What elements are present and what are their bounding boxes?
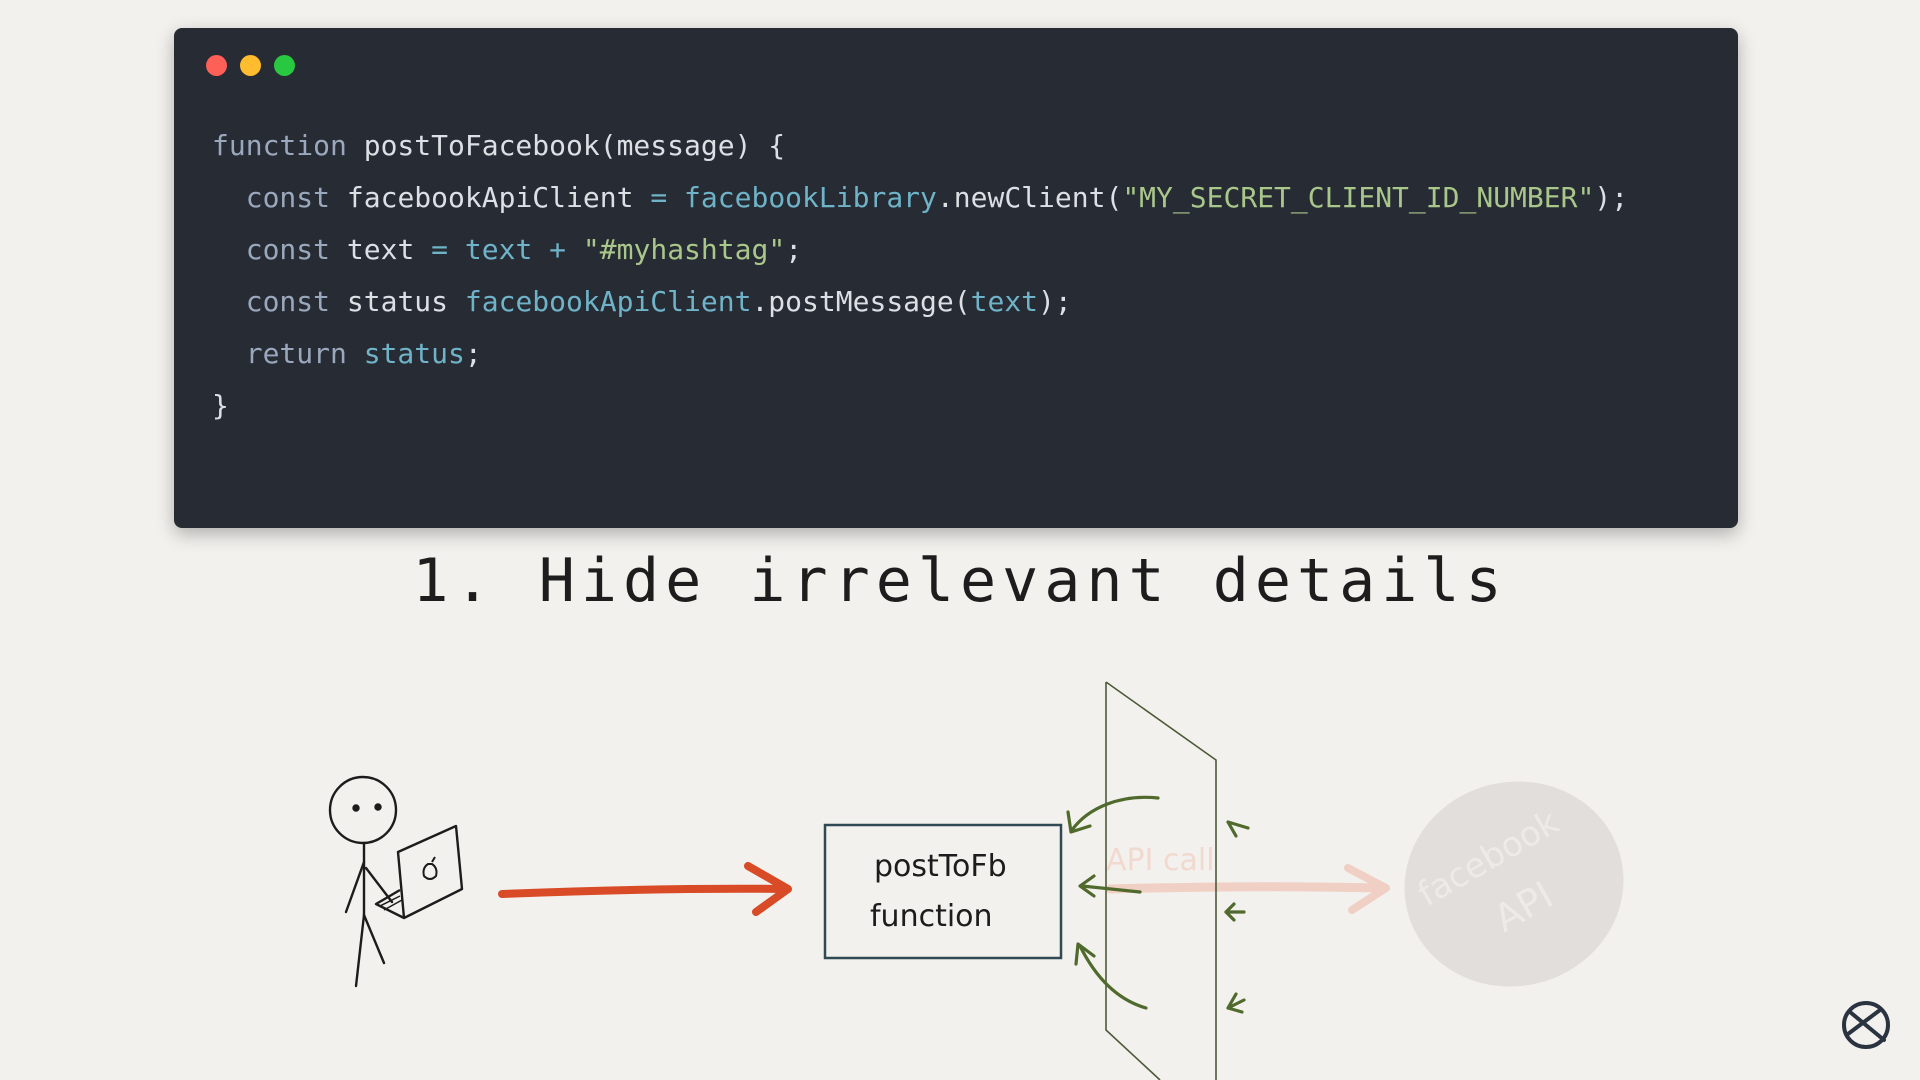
function-box: postToFb function — [823, 823, 1063, 960]
facebook-api-cloud: facebook API — [1404, 781, 1624, 987]
logo-icon — [1842, 1001, 1890, 1049]
user-call-arrow — [498, 862, 792, 916]
abstraction-wall — [1105, 681, 1217, 1080]
laptop-icon — [374, 824, 464, 920]
stick-figure — [328, 775, 398, 988]
api-call-arrow: API call — [1105, 843, 1390, 914]
function-box-line1: postToFb — [874, 849, 1007, 884]
api-call-label: API call — [1106, 843, 1215, 878]
return-arrows — [1066, 795, 1250, 1014]
abstraction-diagram: postToFb function API call facebook API — [328, 681, 1890, 1080]
function-box-line2: function — [870, 899, 993, 934]
